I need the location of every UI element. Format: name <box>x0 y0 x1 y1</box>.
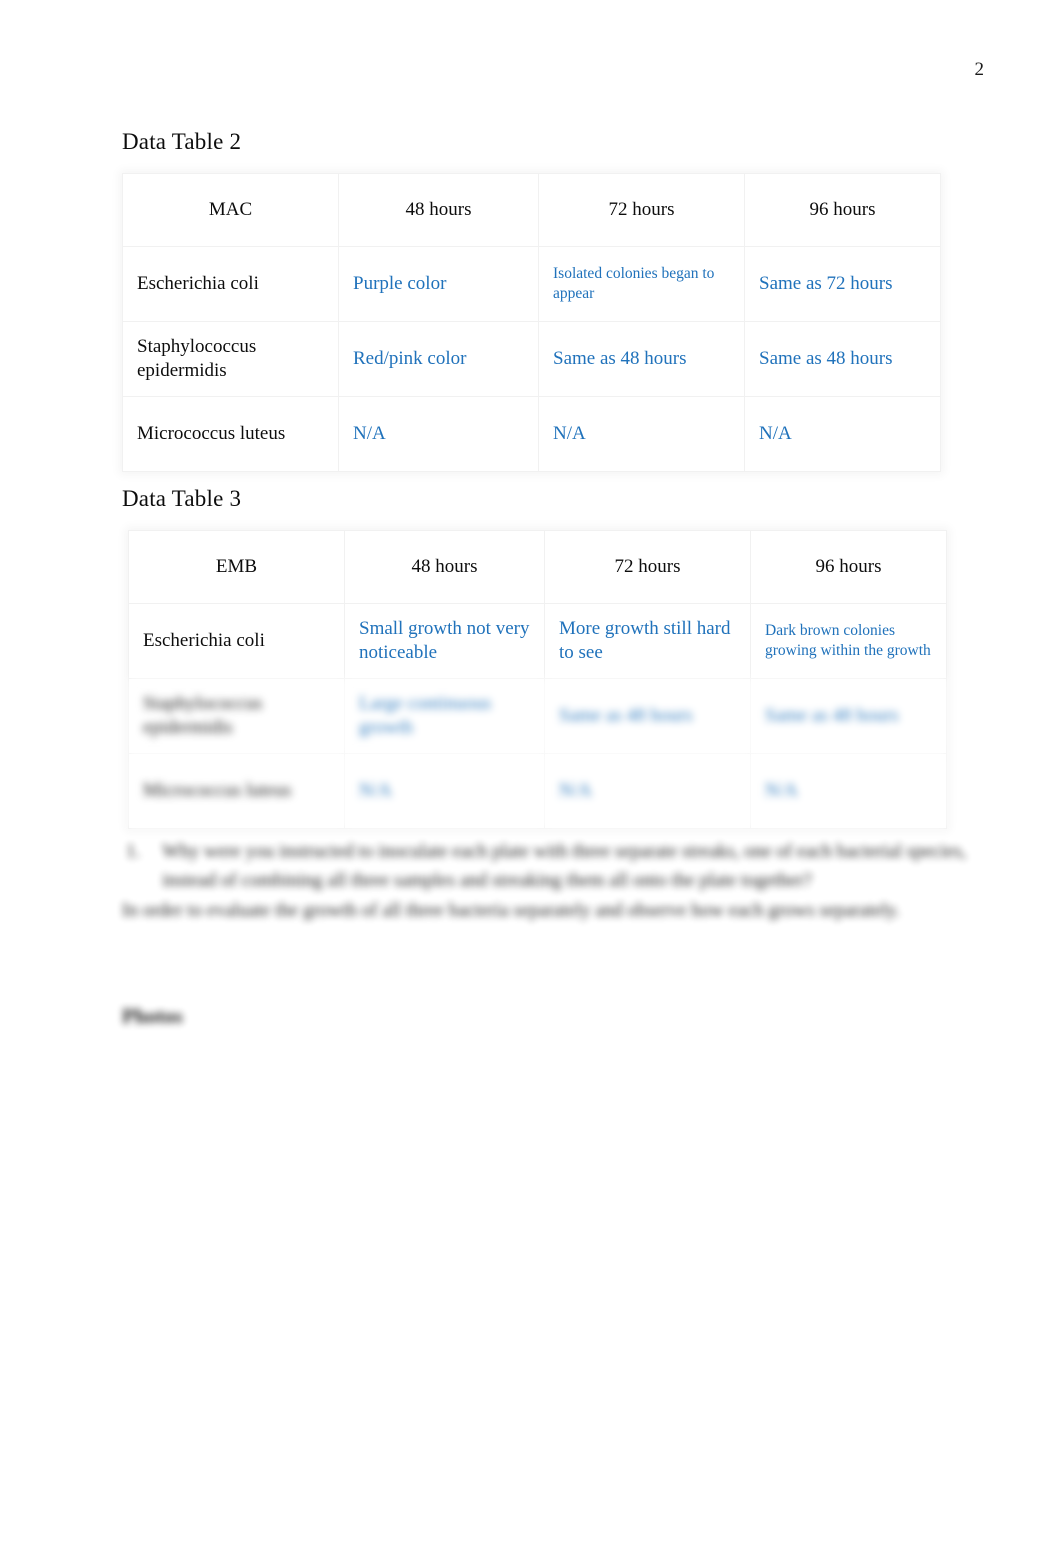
cell-observation-72h: N/A <box>538 396 745 472</box>
section-title-data-table-2: Data Table 2 <box>122 129 242 154</box>
cell-observation-96h: Same as 48 hours <box>744 321 941 397</box>
cell-organism-name: Micrococcus luteus <box>122 396 339 472</box>
cell-organism-name: Escherichia coli <box>122 246 339 322</box>
cell-observation-48h: Purple color <box>338 246 539 322</box>
column-header-72-hours: 72 hours <box>538 173 745 247</box>
question-answer-block: 1. Why were you instructed to inoculate … <box>122 838 967 926</box>
table-row: Staphylococcus epidermidis Large continu… <box>128 678 947 754</box>
cell-observation-72h: Same as 48 hours <box>538 321 745 397</box>
cell-observation-96h: Dark brown colonies growing within the g… <box>750 603 947 679</box>
cell-observation-48h: Large continuous growth <box>344 678 545 754</box>
cell-observation-48h: N/A <box>338 396 539 472</box>
cell-observation-48h: Small growth not very noticeable <box>344 603 545 679</box>
data-table-3: EMB 48 hours 72 hours 96 hours Escherich… <box>128 530 947 829</box>
table-row: Micrococcus luteus N/A N/A N/A <box>128 753 947 829</box>
section-title-data-table-3: Data Table 3 <box>122 486 242 511</box>
cell-observation-48h: N/A <box>344 753 545 829</box>
list-marker: 1. <box>126 841 141 862</box>
cell-observation-72h: N/A <box>544 753 751 829</box>
column-header-48-hours: 48 hours <box>344 530 545 604</box>
cell-observation-72h: More growth still hard to see <box>544 603 751 679</box>
cell-observation-48h: Red/pink color <box>338 321 539 397</box>
cell-observation-72h: Same as 48 hours <box>544 678 751 754</box>
question-text: Why were you instructed to inoculate eac… <box>162 841 967 891</box>
column-header-72-hours: 72 hours <box>544 530 751 604</box>
column-header-48-hours: 48 hours <box>338 173 539 247</box>
column-header-medium: MAC <box>122 173 339 247</box>
table-row: Escherichia coli Small growth not very n… <box>128 603 947 679</box>
table-header-row: EMB 48 hours 72 hours 96 hours <box>128 530 947 604</box>
photos-heading: Photos <box>122 1004 183 1028</box>
cell-organism-name: Staphylococcus epidermidis <box>128 678 345 754</box>
cell-organism-name: Escherichia coli <box>128 603 345 679</box>
table-row: Staphylococcus epidermidis Red/pink colo… <box>122 321 941 397</box>
data-table-2: MAC 48 hours 72 hours 96 hours Escherich… <box>122 173 941 472</box>
answer-text: In order to evaluate the growth of all t… <box>122 900 900 921</box>
column-header-96-hours: 96 hours <box>744 173 941 247</box>
cell-observation-96h: N/A <box>744 396 941 472</box>
document-page: 2 Data Table 2 MAC 48 hours 72 hours 96 … <box>0 0 1062 1561</box>
cell-observation-72h: Isolated colonies began to appear <box>538 246 745 322</box>
cell-organism-name: Micrococcus luteus <box>128 753 345 829</box>
cell-organism-name: Staphylococcus epidermidis <box>122 321 339 397</box>
table-row: Micrococcus luteus N/A N/A N/A <box>122 396 941 472</box>
cell-observation-96h: Same as 48 hours <box>750 678 947 754</box>
column-header-96-hours: 96 hours <box>750 530 947 604</box>
page-number: 2 <box>974 59 985 80</box>
column-header-medium: EMB <box>128 530 345 604</box>
table-header-row: MAC 48 hours 72 hours 96 hours <box>122 173 941 247</box>
numbered-question-item: 1. Why were you instructed to inoculate … <box>122 838 967 895</box>
table-row: Escherichia coli Purple color Isolated c… <box>122 246 941 322</box>
cell-observation-96h: N/A <box>750 753 947 829</box>
cell-observation-96h: Same as 72 hours <box>744 246 941 322</box>
